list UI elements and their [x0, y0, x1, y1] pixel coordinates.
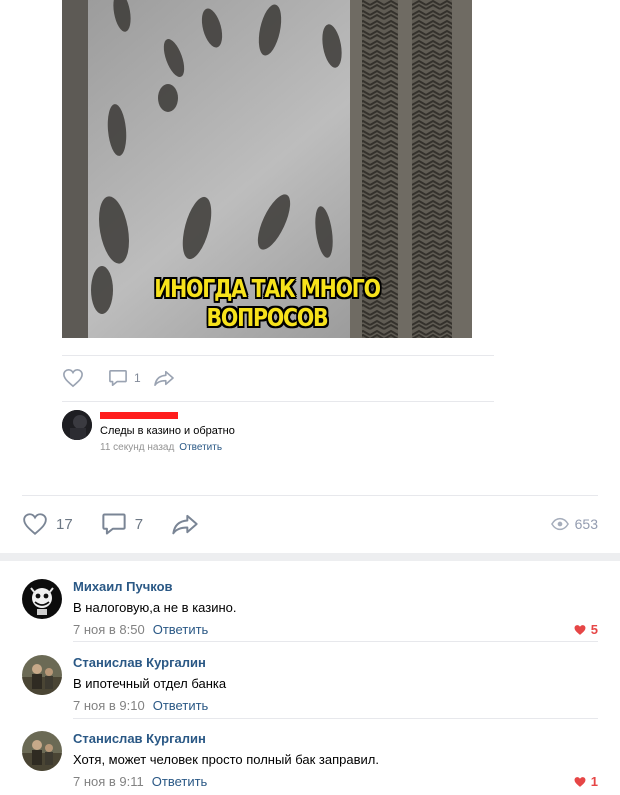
inner-divider [62, 355, 494, 356]
comment-meta: 7 ноя в 9:10 Ответить [73, 698, 208, 713]
views-count: 653 [574, 516, 598, 532]
like-count: 17 [56, 515, 73, 533]
comment-text: В налоговую,а не в казино. [73, 600, 237, 615]
views-counter: 653 [550, 516, 598, 532]
avatar[interactable] [62, 410, 92, 440]
comment-meta: 7 ноя в 8:50 Ответить [73, 622, 208, 637]
post-card: ИНОГДА ТАК МНОГО ВОПРОСОВ 1 Следы в кази… [0, 0, 620, 553]
comment-like-count: 5 [590, 622, 598, 637]
comment-author[interactable]: Михаил Пучков [73, 579, 173, 594]
comment-text: Хотя, может человек просто полный бак за… [73, 752, 379, 767]
post-image[interactable]: ИНОГДА ТАК МНОГО ВОПРОСОВ [62, 0, 472, 338]
inner-reply-link[interactable]: Ответить [179, 442, 222, 453]
comment-meta: 7 ноя в 9:11 Ответить [73, 774, 207, 789]
image-caption: ИНОГДА ТАК МНОГО ВОПРОСОВ [154, 274, 381, 332]
heart-filled-icon [574, 776, 586, 787]
comment-time[interactable]: 7 ноя в 9:10 [73, 698, 145, 713]
reply-link[interactable]: Ответить [152, 774, 208, 789]
section-gap [0, 553, 620, 561]
comment-button[interactable]: 7 [101, 512, 143, 536]
redacted-name [100, 412, 178, 419]
comment-item: Михаил Пучков В налоговую,а не в казино.… [0, 565, 620, 643]
inner-comment-text: Следы в казино и обратно [100, 425, 235, 437]
heart-icon [23, 513, 47, 535]
avatar-picture [22, 655, 62, 695]
comment-count: 7 [134, 515, 144, 533]
share-arrow-icon [172, 514, 198, 535]
post-actions: 17 7 [22, 510, 227, 538]
inner-comment: Следы в казино и обратно 11 секунд назад… [62, 408, 494, 458]
avatar-picture [22, 731, 62, 771]
like-button[interactable]: 17 [22, 512, 73, 536]
inner-comment-count: 1 [134, 371, 141, 385]
inner-comment-meta: 11 секунд назад Ответить [100, 442, 222, 453]
avatar-picture [22, 579, 62, 619]
inner-divider-2 [62, 401, 494, 402]
comment-like-count: 1 [590, 774, 598, 789]
comment-like-button[interactable]: 1 [573, 774, 598, 789]
avatar[interactable] [22, 655, 62, 695]
avatar-picture [62, 410, 92, 440]
comment-item: Станислав Кургалин В ипотечный отдел бан… [0, 641, 620, 719]
heart-icon [63, 368, 83, 388]
avatar[interactable] [22, 731, 62, 771]
avatar[interactable] [22, 579, 62, 619]
comment-author[interactable]: Станислав Кургалин [73, 655, 206, 670]
comment-author[interactable]: Станислав Кургалин [73, 731, 206, 746]
inner-post-actions: 1 [62, 366, 187, 390]
inner-share-button[interactable] [153, 369, 175, 387]
inner-comment-time[interactable]: 11 секунд назад [100, 442, 174, 453]
comment-time[interactable]: 7 ноя в 8:50 [73, 622, 145, 637]
inner-like-button[interactable] [62, 368, 84, 388]
reply-link[interactable]: Ответить [153, 622, 209, 637]
eye-icon [550, 517, 569, 531]
comment-time[interactable]: 7 ноя в 9:11 [73, 774, 144, 789]
comment-text: В ипотечный отдел банка [73, 676, 227, 691]
heart-filled-icon [574, 624, 586, 635]
comment-like-button[interactable]: 5 [573, 622, 598, 637]
share-button[interactable] [171, 512, 199, 536]
comment-bubble-icon [102, 513, 126, 535]
reply-link[interactable]: Ответить [153, 698, 209, 713]
post-divider [22, 495, 598, 496]
share-arrow-icon [153, 370, 174, 387]
inner-comment-button[interactable]: 1 [108, 369, 141, 387]
comment-bubble-icon [109, 369, 127, 387]
comment-item: Станислав Кургалин Хотя, может человек п… [0, 717, 620, 795]
